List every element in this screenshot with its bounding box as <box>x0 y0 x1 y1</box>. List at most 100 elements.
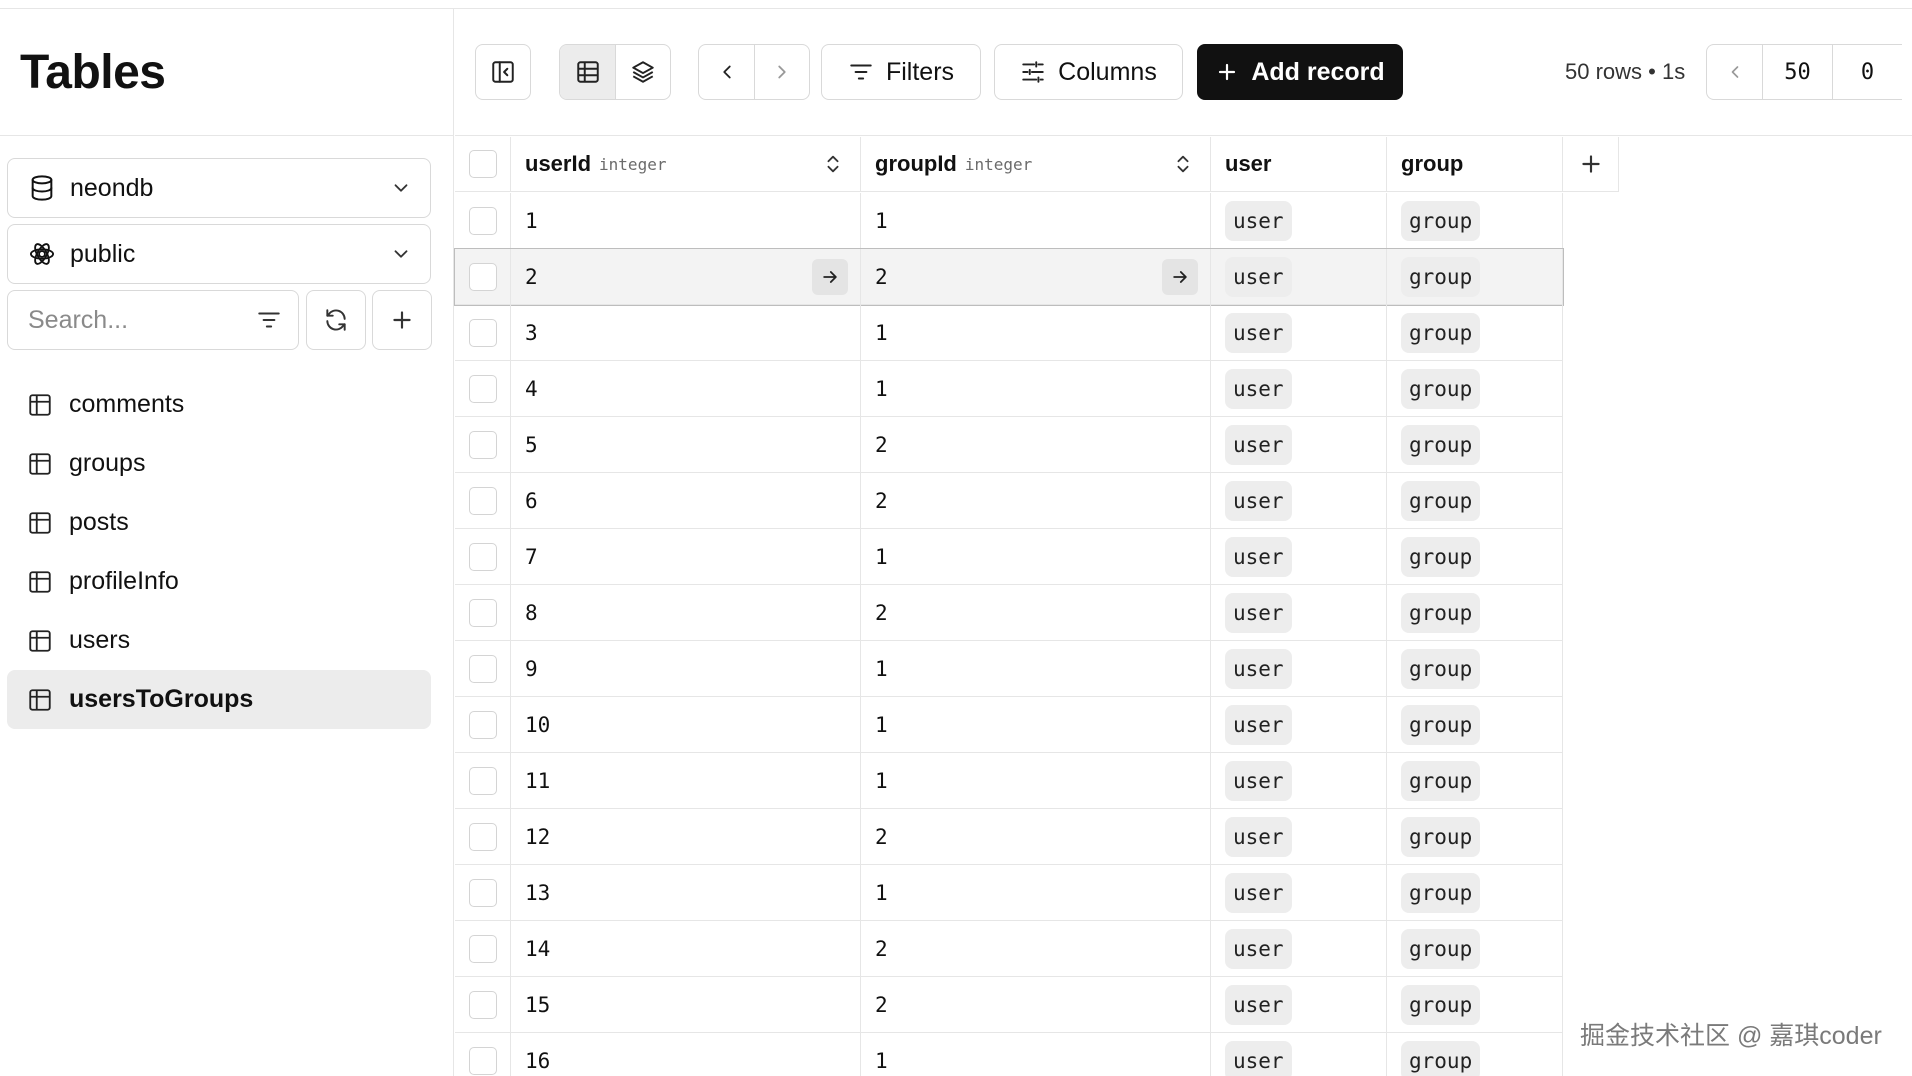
cell-userId[interactable]: 6 <box>511 473 861 529</box>
row-checkbox[interactable] <box>468 990 497 1019</box>
cell-group[interactable]: group <box>1387 361 1563 417</box>
cell-user[interactable]: user <box>1211 361 1387 417</box>
relation-chip[interactable]: user <box>1225 1040 1292 1076</box>
cell-groupId[interactable]: 2 <box>861 249 1211 305</box>
add-record-button[interactable]: Add record <box>1197 44 1403 100</box>
relation-chip[interactable]: group <box>1401 928 1481 969</box>
cell-groupId[interactable]: 2 <box>861 809 1211 865</box>
cell-user[interactable]: user <box>1211 473 1387 529</box>
relation-chip[interactable]: user <box>1225 424 1292 465</box>
cell-user[interactable]: user <box>1211 697 1387 753</box>
table-list-item[interactable]: comments <box>7 375 431 434</box>
relation-chip[interactable]: group <box>1401 592 1481 633</box>
table-row[interactable]: 1 1 user group <box>455 193 1563 249</box>
toggle-sidebar-button[interactable] <box>475 44 531 100</box>
cell-group[interactable]: group <box>1387 305 1563 361</box>
relation-chip[interactable]: group <box>1401 648 1481 689</box>
relation-chip[interactable]: user <box>1225 256 1292 297</box>
relation-chip[interactable]: group <box>1401 536 1481 577</box>
relation-chip[interactable]: user <box>1225 928 1292 969</box>
cell-user[interactable]: user <box>1211 641 1387 697</box>
relation-chip[interactable]: user <box>1225 704 1292 745</box>
table-list-item[interactable]: usersToGroups <box>7 670 431 729</box>
sort-icon[interactable] <box>822 153 844 175</box>
cell-user[interactable]: user <box>1211 977 1387 1033</box>
cell-user[interactable]: user <box>1211 921 1387 977</box>
relation-chip[interactable]: user <box>1225 368 1292 409</box>
cell-user[interactable]: user <box>1211 193 1387 249</box>
row-checkbox[interactable] <box>468 822 497 851</box>
column-header-userId[interactable]: userId integer <box>511 137 861 192</box>
cell-group[interactable]: group <box>1387 641 1563 697</box>
relation-chip[interactable]: user <box>1225 648 1292 689</box>
cell-group[interactable]: group <box>1387 865 1563 921</box>
cell-userId[interactable]: 11 <box>511 753 861 809</box>
cell-userId[interactable]: 5 <box>511 417 861 473</box>
cell-userId[interactable]: 14 <box>511 921 861 977</box>
table-row[interactable]: 6 2 user group <box>455 473 1563 529</box>
table-row[interactable]: 8 2 user group <box>455 585 1563 641</box>
forward-button[interactable] <box>754 45 809 99</box>
table-row[interactable]: 4 1 user group <box>455 361 1563 417</box>
table-list-item[interactable]: groups <box>7 434 431 493</box>
cell-userId[interactable]: 8 <box>511 585 861 641</box>
cell-groupId[interactable]: 1 <box>861 865 1211 921</box>
cell-groupId[interactable]: 2 <box>861 977 1211 1033</box>
sort-icon[interactable] <box>1172 153 1194 175</box>
cell-groupId[interactable]: 1 <box>861 193 1211 249</box>
cell-user[interactable]: user <box>1211 529 1387 585</box>
row-checkbox[interactable] <box>468 206 497 235</box>
cell-groupId[interactable]: 1 <box>861 641 1211 697</box>
cell-group[interactable]: group <box>1387 977 1563 1033</box>
relation-chip[interactable]: group <box>1401 312 1481 353</box>
cell-user[interactable]: user <box>1211 305 1387 361</box>
row-checkbox[interactable] <box>468 542 497 571</box>
cell-userId[interactable]: 7 <box>511 529 861 585</box>
cell-userId[interactable]: 13 <box>511 865 861 921</box>
row-checkbox[interactable] <box>468 934 497 963</box>
row-checkbox[interactable] <box>468 318 497 347</box>
cell-user[interactable]: user <box>1211 249 1387 305</box>
cell-userId[interactable]: 3 <box>511 305 861 361</box>
table-list-item[interactable]: users <box>7 611 431 670</box>
cell-groupId[interactable]: 1 <box>861 753 1211 809</box>
table-row[interactable]: 5 2 user group <box>455 417 1563 473</box>
relation-chip[interactable]: user <box>1225 200 1292 241</box>
relation-chip[interactable]: group <box>1401 984 1481 1025</box>
offset-input[interactable]: 0 <box>1832 45 1902 99</box>
relation-chip[interactable]: user <box>1225 536 1292 577</box>
relation-chip[interactable]: user <box>1225 480 1292 521</box>
columns-button[interactable]: Columns <box>994 44 1183 100</box>
cell-userId[interactable]: 10 <box>511 697 861 753</box>
relation-chip[interactable]: user <box>1225 592 1292 633</box>
row-checkbox[interactable] <box>468 1046 497 1075</box>
relation-chip[interactable]: group <box>1401 704 1481 745</box>
open-reference-button[interactable] <box>1162 259 1198 295</box>
filter-icon[interactable] <box>256 307 282 333</box>
relation-chip[interactable]: user <box>1225 816 1292 857</box>
row-checkbox[interactable] <box>468 598 497 627</box>
table-view-button[interactable] <box>560 45 615 99</box>
cell-userId[interactable]: 1 <box>511 193 861 249</box>
table-list-item[interactable]: profileInfo <box>7 552 431 611</box>
cell-userId[interactable]: 4 <box>511 361 861 417</box>
row-checkbox[interactable] <box>468 766 497 795</box>
cell-group[interactable]: group <box>1387 753 1563 809</box>
row-checkbox[interactable] <box>468 430 497 459</box>
select-all-checkbox[interactable] <box>468 150 497 178</box>
page-size-input[interactable]: 50 <box>1762 45 1832 99</box>
filters-button[interactable]: Filters <box>821 44 981 100</box>
cell-group[interactable]: group <box>1387 585 1563 641</box>
relation-chip[interactable]: group <box>1401 760 1481 801</box>
cell-groupId[interactable]: 2 <box>861 921 1211 977</box>
table-row[interactable]: 7 1 user group <box>455 529 1563 585</box>
cell-groupId[interactable]: 2 <box>861 417 1211 473</box>
schema-select[interactable]: public <box>7 224 431 284</box>
relation-chip[interactable]: group <box>1401 1040 1481 1076</box>
table-row[interactable]: 9 1 user group <box>455 641 1563 697</box>
table-search-input[interactable] <box>28 305 256 335</box>
cell-group[interactable]: group <box>1387 249 1563 305</box>
cell-groupId[interactable]: 1 <box>861 697 1211 753</box>
cell-userId[interactable]: 2 <box>511 249 861 305</box>
table-row[interactable]: 13 1 user group <box>455 865 1563 921</box>
